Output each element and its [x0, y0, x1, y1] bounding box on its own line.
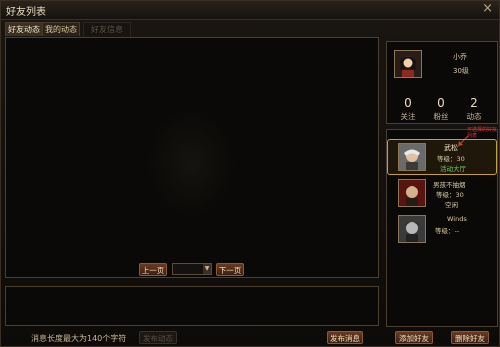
friend-level: 等级：30 — [437, 155, 465, 163]
window-title: 好友列表 — [6, 7, 46, 18]
message-input[interactable] — [5, 286, 379, 326]
tab-my-feed[interactable]: 我的动态 — [42, 22, 80, 36]
friends-window: 好友列表 × 好友动态 我的动态 好友信息 上一页 ▼ 下一页 消息长度最大为1… — [0, 0, 500, 347]
title-bar[interactable]: 好友列表 × — [1, 1, 499, 20]
profile-name: 小乔 — [453, 53, 467, 61]
message-length-hint: 消息长度最大为140个字符 — [31, 334, 127, 343]
annotation-label: 可选择的好友列表 — [467, 127, 498, 139]
friend-level: 等级：-- — [435, 227, 460, 235]
friend-avatar — [398, 215, 426, 243]
tab-friend-info: 好友信息 — [83, 22, 131, 36]
tab-friend-feed[interactable]: 好友动态 — [5, 22, 43, 36]
follow-label: 关注 — [400, 112, 416, 121]
friend-status: 活动大厅 — [440, 165, 466, 173]
add-friend-button[interactable]: 添加好友 — [395, 331, 433, 344]
friend-status: 空闲 — [445, 201, 458, 209]
profile-level: 30级 — [453, 67, 469, 75]
page-select[interactable]: ▼ — [172, 263, 212, 275]
publish-message-button[interactable]: 发布消息 — [327, 331, 363, 344]
friend-avatar — [398, 143, 426, 171]
chevron-down-icon[interactable]: ▼ — [203, 264, 211, 274]
feed-panel — [5, 37, 379, 278]
next-page-button[interactable]: 下一页 — [216, 263, 244, 276]
feed-count: 2 — [470, 96, 478, 110]
prev-page-button[interactable]: 上一页 — [139, 263, 167, 276]
friend-name: Winds — [447, 215, 467, 223]
friend-row[interactable]: 男孩不抽烟 等级：30 空闲 — [387, 177, 497, 213]
friend-name: 武松 — [444, 144, 458, 152]
fans-label: 粉丝 — [433, 112, 449, 121]
friend-row[interactable]: Winds 等级：-- — [387, 213, 497, 249]
fans-count: 0 — [437, 96, 445, 110]
publish-feed-button: 发布动态 — [139, 331, 177, 344]
friend-name: 男孩不抽烟 — [433, 181, 466, 189]
follow-count: 0 — [404, 96, 412, 110]
delete-friend-button[interactable]: 删除好友 — [451, 331, 489, 344]
feed-label: 动态 — [466, 112, 482, 121]
profile-panel: 小乔 30级 0 关注 0 粉丝 2 动态 — [386, 41, 498, 124]
friend-level: 等级：30 — [436, 191, 464, 199]
friend-avatar — [398, 179, 426, 207]
close-icon[interactable]: × — [482, 2, 493, 16]
avatar — [394, 50, 422, 78]
watermark-figure — [146, 108, 236, 218]
friend-row[interactable]: 武松 等级：30 活动大厅 — [387, 139, 497, 175]
